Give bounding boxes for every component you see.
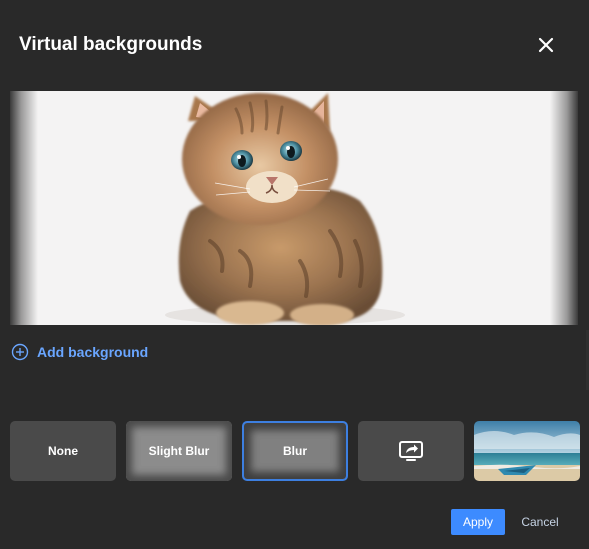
add-background-button[interactable]: Add background (11, 343, 148, 361)
option-none-label: None (48, 444, 78, 458)
close-icon (538, 37, 554, 53)
option-blur-label: Blur (283, 444, 307, 458)
option-slight-blur[interactable]: Slight Blur (126, 421, 232, 481)
virtual-backgrounds-dialog: Virtual backgrounds Add background None … (0, 0, 589, 549)
apply-button[interactable]: Apply (451, 509, 505, 535)
plus-circle-icon (11, 343, 29, 361)
beach-thumbnail (474, 421, 580, 481)
background-preview (10, 91, 578, 325)
option-slight-blur-label: Slight Blur (148, 444, 210, 458)
option-blur[interactable]: Blur (242, 421, 348, 481)
kitten-image (10, 91, 578, 325)
dialog-title: Virtual backgrounds (19, 34, 203, 55)
option-screen-share[interactable] (358, 421, 464, 481)
cancel-button[interactable]: Cancel (512, 509, 568, 535)
option-beach[interactable] (474, 421, 580, 481)
close-button[interactable] (535, 34, 557, 56)
option-none[interactable]: None (10, 421, 116, 481)
add-background-label: Add background (37, 344, 149, 360)
screen-share-icon (399, 441, 423, 461)
background-options: None Slight Blur Blur (10, 421, 580, 481)
